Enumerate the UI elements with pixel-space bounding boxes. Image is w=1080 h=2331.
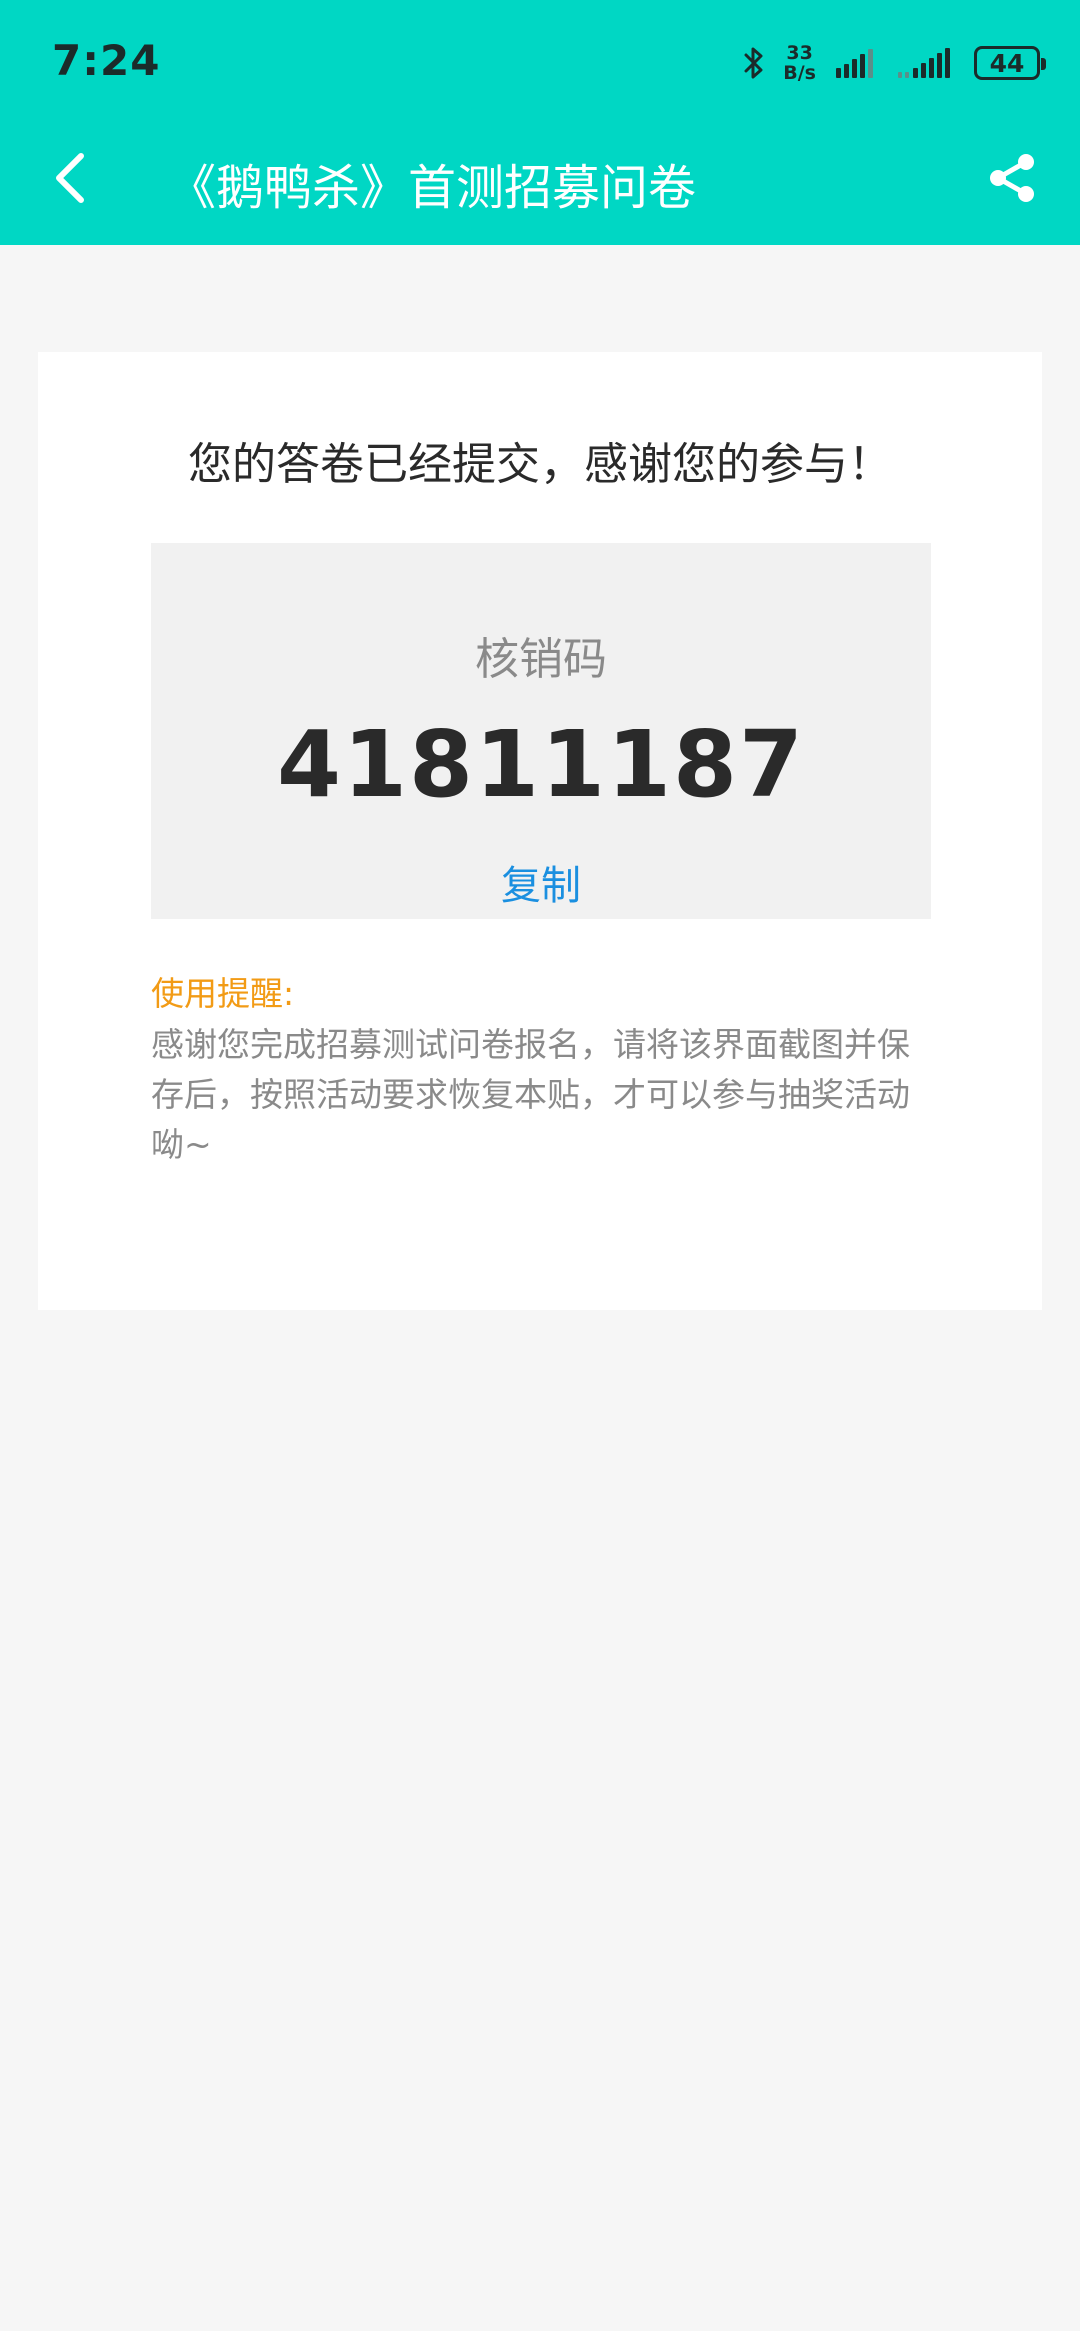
verification-code-box: 核销码 41811187 复制 (151, 543, 931, 919)
code-label: 核销码 (475, 634, 607, 685)
network-speed: 33 B/s (783, 43, 816, 83)
verification-code: 41811187 (276, 711, 806, 818)
tip-body: 感谢您完成招募测试问卷报名，请将该界面截图并保存后，按照活动要求恢复本贴，才可以… (151, 1025, 910, 1164)
back-arrow-icon (53, 152, 87, 208)
copy-button[interactable]: 复制 (151, 853, 931, 911)
bluetooth-icon (743, 46, 765, 80)
result-card: 您的答卷已经提交，感谢您的参与！ 核销码 41811187 复制 使用提醒: 感… (38, 352, 1042, 1310)
battery-indicator: 44 (974, 46, 1046, 80)
status-time: 7:24 (52, 36, 161, 85)
page-title: 《鹅鸭杀》首测招募问卷 (168, 160, 697, 216)
success-message: 您的答卷已经提交，感谢您的参与！ (188, 439, 892, 490)
share-button[interactable] (980, 148, 1044, 212)
nav-bar: 《鹅鸭杀》首测招募问卷 (0, 130, 1080, 230)
top-bar: 7:24 33 B/s 44 《鹅鸭杀》首测招募问卷 (0, 0, 1080, 245)
tip-title: 使用提醒: (151, 974, 295, 1013)
signal-icon (896, 46, 956, 80)
share-icon (985, 151, 1039, 209)
network-speed-value: 33 (786, 42, 813, 64)
signal-icon (834, 46, 878, 80)
network-speed-unit: B/s (783, 62, 816, 84)
back-button[interactable] (40, 150, 100, 210)
status-icons: 33 B/s 44 (743, 38, 1046, 88)
